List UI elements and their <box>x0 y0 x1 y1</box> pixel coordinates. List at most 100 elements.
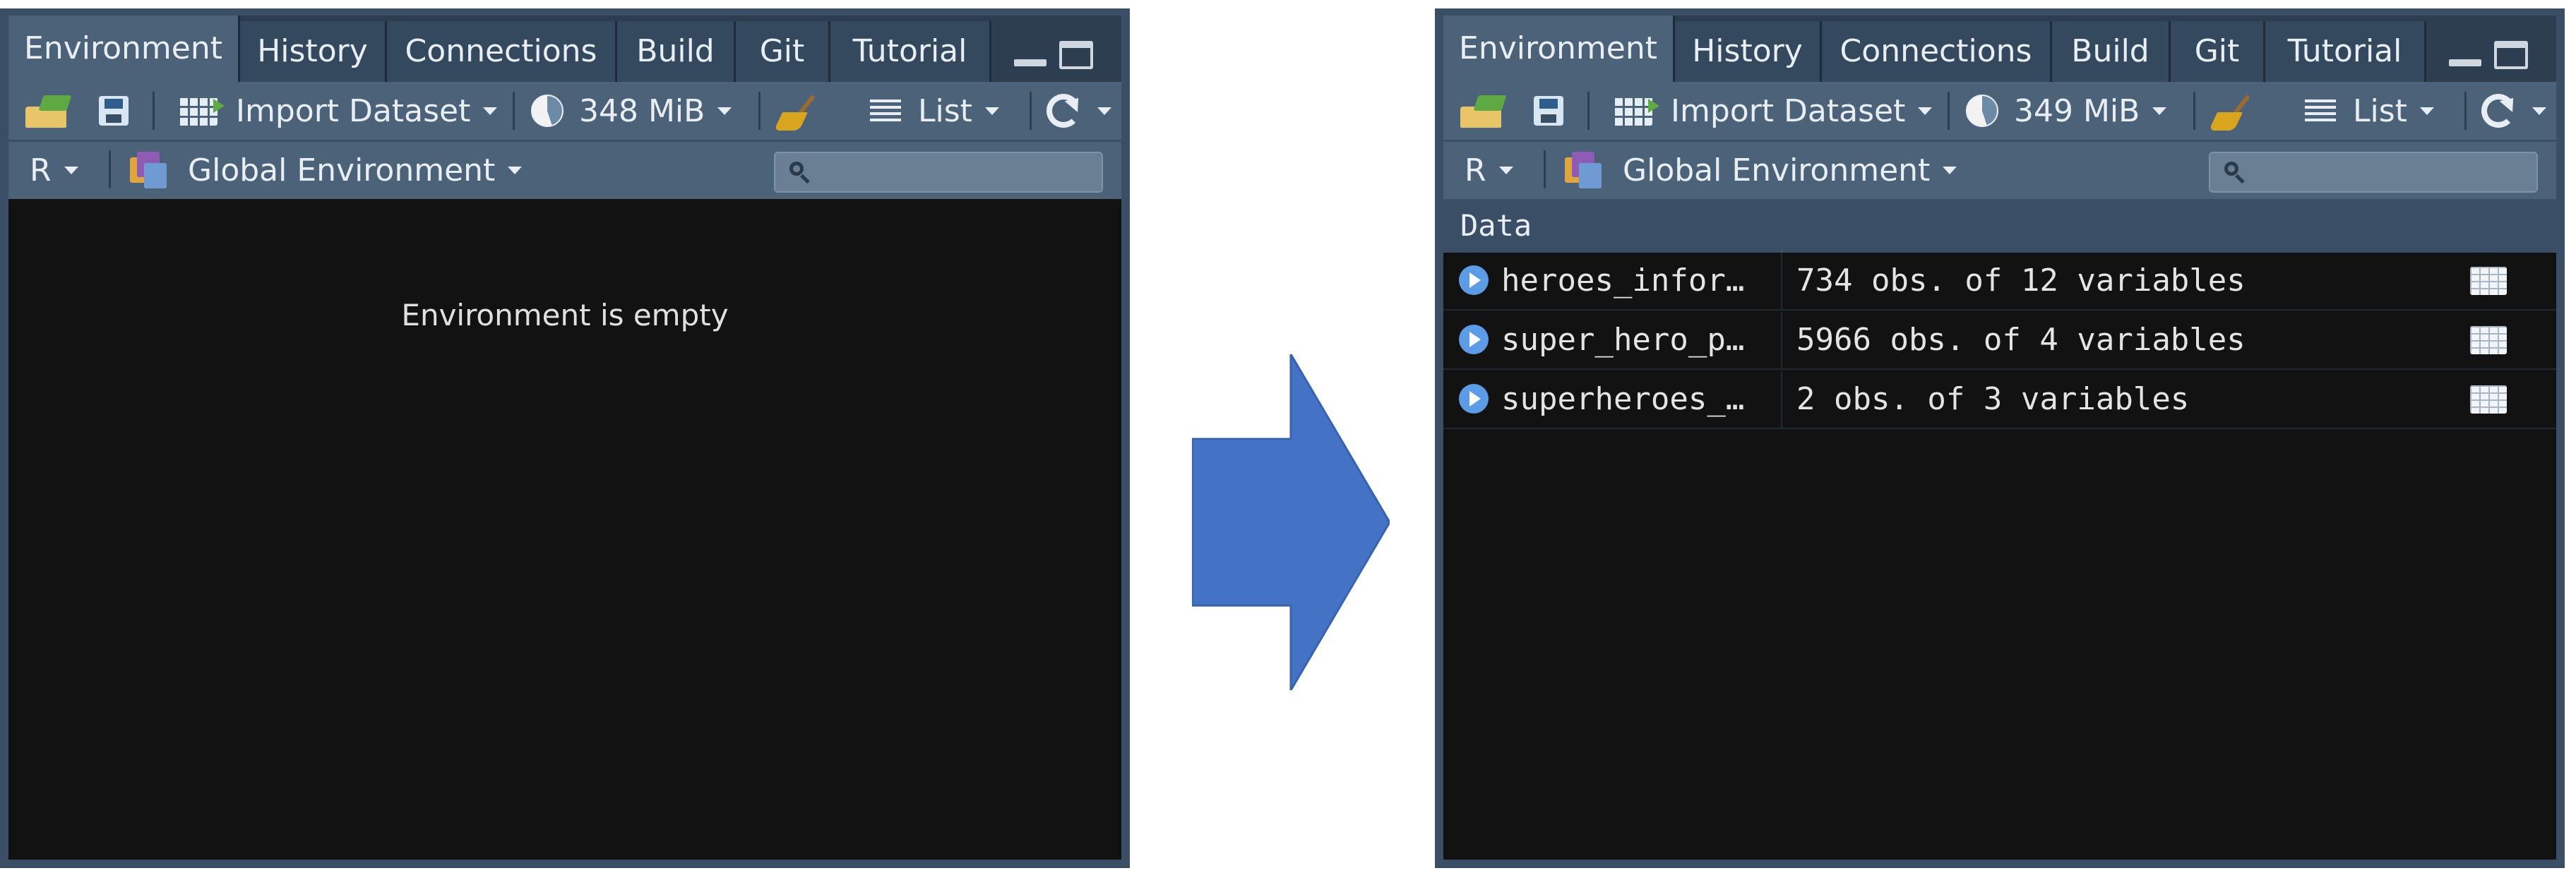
toolbar-separator <box>1948 92 1950 130</box>
expand-play-icon[interactable] <box>1459 265 1489 295</box>
memory-pie-icon <box>531 95 564 127</box>
object-name: heroes_infor… <box>1501 263 1745 299</box>
toolbar-separator <box>2464 92 2467 130</box>
view-table-icon[interactable] <box>2470 326 2507 354</box>
chevron-down-icon <box>508 166 523 174</box>
object-name: superheroes_… <box>1501 381 1745 417</box>
tab-history[interactable]: History <box>240 21 387 82</box>
environment-pane-before: Environment History Connections Build Gi… <box>0 8 1130 868</box>
tab-git[interactable]: Git <box>736 21 830 82</box>
toolbar-separator <box>1544 150 1546 188</box>
tab-tutorial[interactable]: Tutorial <box>2265 21 2426 82</box>
view-mode-label: List <box>2353 92 2407 129</box>
object-description: 2 obs. of 3 variables <box>1796 381 2190 417</box>
arrow-shape <box>1192 354 1390 690</box>
save-workspace-button[interactable] <box>99 82 129 140</box>
chevron-down-icon <box>2152 107 2167 115</box>
chevron-down-icon <box>1918 107 1933 115</box>
environment-scope-bar: R Global Environment <box>8 140 1121 199</box>
tab-connections[interactable]: Connections <box>387 21 617 82</box>
search-icon <box>789 162 811 183</box>
maximize-icon[interactable] <box>2494 41 2528 69</box>
view-mode-dropdown[interactable]: List <box>2305 82 2434 140</box>
table-row[interactable]: superheroes_… 2 obs. of 3 variables <box>1443 371 2556 429</box>
transition-arrow <box>1192 354 1390 690</box>
environment-dropdown[interactable]: Global Environment <box>130 142 523 198</box>
memory-usage-button[interactable]: 348 MiB <box>531 82 732 140</box>
tab-build[interactable]: Build <box>2052 21 2171 82</box>
environment-label: Global Environment <box>1623 152 1931 188</box>
chevron-down-icon <box>2419 107 2434 115</box>
column-divider <box>1781 371 1782 428</box>
maximize-icon[interactable] <box>1059 41 1093 69</box>
column-divider <box>1781 312 1782 368</box>
tab-environment[interactable]: Environment <box>8 16 240 82</box>
toolbar-separator <box>513 92 515 130</box>
toolbar-separator <box>1587 92 1590 130</box>
chevron-down-icon <box>984 107 999 115</box>
clear-workspace-button[interactable] <box>2213 82 2253 140</box>
load-workspace-button[interactable] <box>25 82 72 140</box>
tab-tutorial[interactable]: Tutorial <box>830 21 991 82</box>
tab-history[interactable]: History <box>1675 21 1822 82</box>
memory-usage-label: 348 MiB <box>579 92 705 129</box>
chevron-down-icon <box>64 166 78 174</box>
list-icon <box>870 100 901 122</box>
memory-usage-button[interactable]: 349 MiB <box>1966 82 2167 140</box>
search-input[interactable] <box>2209 152 2538 193</box>
refresh-button[interactable] <box>1046 82 1111 140</box>
tab-build[interactable]: Build <box>617 21 736 82</box>
search-input[interactable] <box>774 152 1103 193</box>
table-row[interactable]: super_hero_p… 5966 obs. of 4 variables <box>1443 312 2556 370</box>
column-divider <box>1781 253 1782 309</box>
expand-play-icon[interactable] <box>1459 384 1489 414</box>
minimize-icon[interactable] <box>1014 41 1046 69</box>
refresh-icon <box>1046 94 1080 128</box>
toolbar-separator <box>153 92 155 130</box>
environment-dropdown[interactable]: Global Environment <box>1565 142 1957 198</box>
tab-environment[interactable]: Environment <box>1443 16 1675 82</box>
environment-icon <box>1565 152 1602 188</box>
chevron-down-icon <box>2532 107 2546 115</box>
import-dataset-icon <box>1613 96 1659 126</box>
table-row[interactable]: heroes_infor… 734 obs. of 12 variables <box>1443 253 2556 311</box>
import-dataset-icon <box>178 96 225 126</box>
chevron-down-icon <box>1498 166 1513 174</box>
broom-icon <box>778 91 818 131</box>
import-dataset-label: Import Dataset <box>1671 92 1906 129</box>
minimize-icon[interactable] <box>2449 41 2481 69</box>
pane-body: Environment History Connections Build Gi… <box>1443 16 2556 860</box>
memory-pie-icon <box>1966 95 1998 127</box>
environment-scope-bar: R Global Environment <box>1443 140 2556 199</box>
language-dropdown[interactable]: R <box>30 142 78 198</box>
language-dropdown[interactable]: R <box>1465 142 1513 198</box>
language-label: R <box>30 152 52 188</box>
toolbar-separator <box>758 92 761 130</box>
environment-label: Global Environment <box>188 152 496 188</box>
import-dataset-label: Import Dataset <box>236 92 471 129</box>
chevron-down-icon <box>1943 166 1957 174</box>
view-table-icon[interactable] <box>2470 267 2507 295</box>
empty-environment-message: Environment is empty <box>401 298 729 332</box>
load-workspace-button[interactable] <box>1460 82 1507 140</box>
view-mode-dropdown[interactable]: List <box>870 82 999 140</box>
tab-git[interactable]: Git <box>2171 21 2265 82</box>
import-dataset-button[interactable]: Import Dataset <box>1613 82 1933 140</box>
object-name: super_hero_p… <box>1501 322 1745 358</box>
expand-play-icon[interactable] <box>1459 325 1489 354</box>
refresh-button[interactable] <box>2481 82 2546 140</box>
environment-pane-after: Environment History Connections Build Gi… <box>1435 8 2565 868</box>
chevron-down-icon <box>1097 107 1111 115</box>
tab-connections[interactable]: Connections <box>1822 21 2052 82</box>
save-icon <box>99 96 129 126</box>
view-table-icon[interactable] <box>2470 385 2507 414</box>
toolbar-separator <box>2193 92 2195 130</box>
clear-workspace-button[interactable] <box>778 82 818 140</box>
pane-body: Environment History Connections Build Gi… <box>8 16 1121 860</box>
open-folder-icon <box>1460 94 1507 128</box>
import-dataset-button[interactable]: Import Dataset <box>178 82 498 140</box>
toolbar-separator <box>1030 92 1032 130</box>
open-folder-icon <box>25 94 72 128</box>
search-icon <box>2224 162 2246 183</box>
save-workspace-button[interactable] <box>1534 82 1563 140</box>
